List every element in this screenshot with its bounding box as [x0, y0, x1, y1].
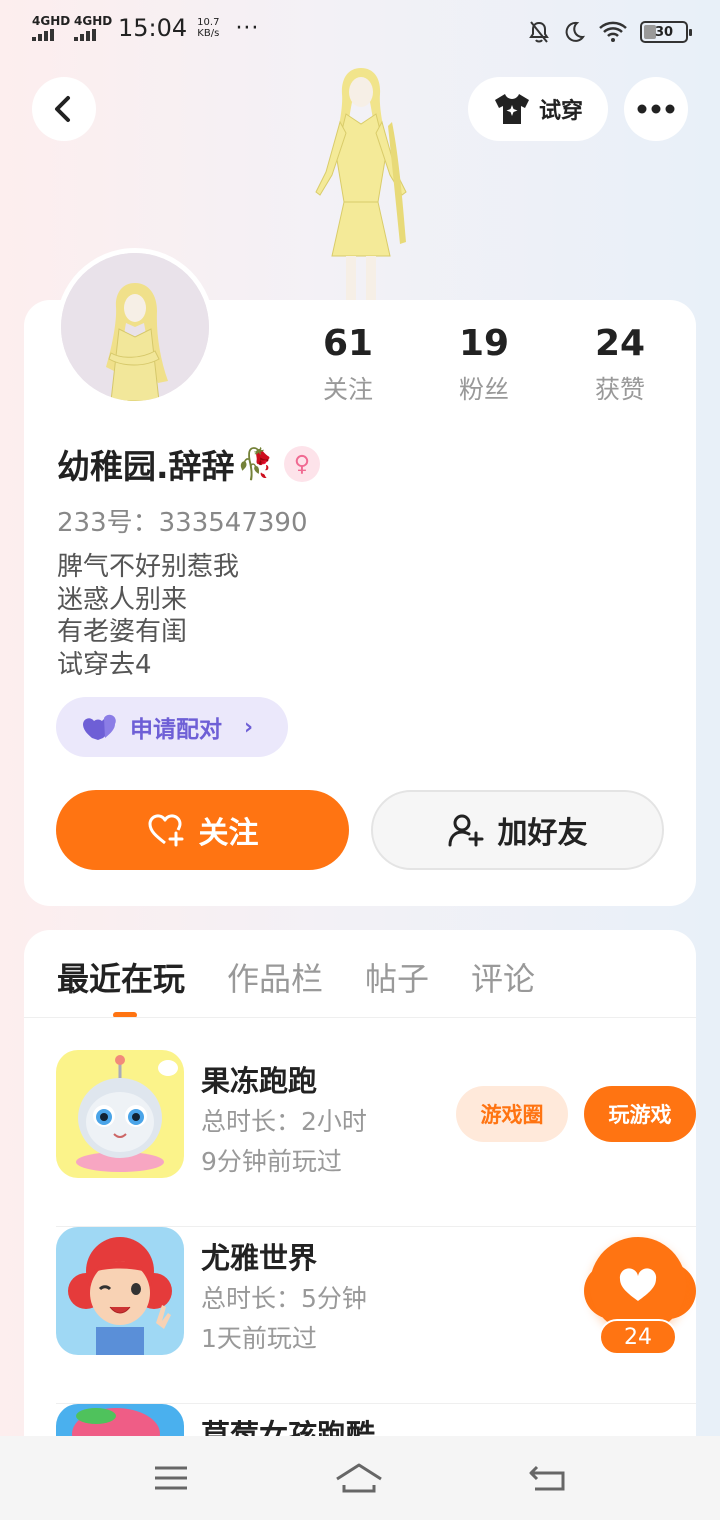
- game-name: 果冻跑跑: [201, 1064, 318, 1098]
- double-heart-icon: [83, 714, 116, 740]
- status-bar: 4GHD 4GHD 15:04 10.7 KB/s ··· 30: [0, 0, 720, 64]
- divider: [24, 1017, 696, 1018]
- game-name: 尤雅世界: [201, 1241, 318, 1275]
- bio-line: 有老婆有闺: [57, 617, 188, 647]
- girl-character-image: [56, 1227, 184, 1355]
- stat-value: 24: [594, 323, 646, 364]
- clock: 15:04: [118, 14, 188, 42]
- mute-icon: [529, 21, 549, 43]
- add-friend-button[interactable]: 加好友: [371, 790, 664, 870]
- avatar-portrait: [61, 253, 209, 401]
- bio: 脾气不好别惹我 迷惑人别来 有老婆有闺 试穿去4: [57, 551, 239, 681]
- stat-likes[interactable]: 24 获赞: [552, 322, 688, 406]
- signal-label: 4GHD: [74, 14, 113, 28]
- tab-works[interactable]: 作品栏: [227, 954, 323, 1000]
- jelly-character-image: [56, 1050, 184, 1178]
- avatar-3d-figure[interactable]: [286, 62, 436, 302]
- game-duration: 总时长：2小时: [201, 1107, 367, 1136]
- more-status-icon: ···: [235, 15, 260, 41]
- tab-posts[interactable]: 帖子: [365, 954, 429, 1000]
- wilted-rose-emoji: 🥀: [236, 446, 274, 482]
- match-label: 申请配对: [130, 717, 222, 743]
- female-gender-icon: ♀: [283, 446, 320, 482]
- game-duration: 总时长：5分钟: [201, 1284, 367, 1313]
- heart-plus-icon: [147, 814, 183, 847]
- like-count: 24: [599, 1319, 677, 1355]
- heart-icon: [619, 1268, 657, 1301]
- add-friend-label: 加好友: [497, 816, 588, 851]
- username-row: 幼稚园.辞辞 🥀 ♀: [57, 440, 320, 488]
- system-nav-bar: [0, 1436, 720, 1520]
- match-request-button[interactable]: 申请配对 ›: [56, 697, 288, 757]
- try-on-label: 试穿: [538, 99, 583, 124]
- more-dots-icon: [637, 104, 675, 114]
- stat-following[interactable]: 61 关注: [280, 322, 416, 406]
- bio-line: 脾气不好别惹我: [57, 552, 240, 582]
- battery-icon: 30: [640, 21, 692, 43]
- game-circle-button[interactable]: 游戏圈: [456, 1086, 568, 1142]
- user-id[interactable]: 233号：333547390: [57, 502, 308, 539]
- tab-bar: 最近在玩 作品栏 帖子 评论: [57, 954, 535, 1018]
- game-icon-jelly-run[interactable]: [56, 1050, 184, 1178]
- chevron-right-icon: ›: [244, 714, 254, 740]
- stat-value: 19: [458, 323, 510, 364]
- follow-label: 关注: [198, 816, 259, 851]
- tab-recently-played[interactable]: 最近在玩: [57, 954, 185, 1018]
- moon-icon: [565, 21, 586, 42]
- username: 幼稚园.辞辞: [57, 447, 235, 486]
- tab-comments[interactable]: 评论: [471, 954, 535, 1000]
- game-row[interactable]: 果冻跑跑 总时长：2小时 9分钟前玩过 游戏圈 玩游戏: [56, 1050, 696, 1227]
- game-meta: 总时长：5分钟 1天前玩过: [201, 1279, 367, 1359]
- shirt-sparkle-icon: [494, 94, 529, 124]
- signal-icon: 4GHD: [74, 14, 113, 41]
- game-last-played: 9分钟前玩过: [201, 1147, 342, 1176]
- stat-fans[interactable]: 19 粉丝: [416, 322, 552, 406]
- signal-label: 4GHD: [32, 14, 71, 28]
- follow-button[interactable]: 关注: [56, 790, 349, 870]
- stat-label: 获赞: [594, 375, 645, 404]
- wifi-icon: [599, 21, 627, 42]
- game-last-played: 1天前玩过: [201, 1324, 317, 1353]
- home-icon[interactable]: [334, 1461, 384, 1495]
- stat-value: 61: [322, 323, 374, 364]
- play-game-button[interactable]: 玩游戏: [584, 1086, 696, 1142]
- bio-line: 试穿去4: [57, 649, 152, 680]
- avatar[interactable]: [56, 248, 214, 406]
- content-card: 最近在玩 作品栏 帖子 评论 果冻跑跑 总时长：2小时 9分钟前玩过 游戏圈 玩…: [24, 930, 696, 1490]
- network-speed: 10.7 KB/s: [197, 17, 220, 39]
- stat-label: 粉丝: [458, 375, 509, 404]
- game-icon-youya-world[interactable]: [56, 1227, 184, 1355]
- add-user-icon: [448, 814, 483, 847]
- back-button[interactable]: [32, 77, 96, 141]
- back-arrow-icon: [55, 96, 70, 122]
- more-button[interactable]: [624, 77, 688, 141]
- bio-line: 迷惑人别来: [57, 584, 188, 615]
- signal-icon: 4GHD: [32, 14, 71, 41]
- stat-label: 关注: [322, 375, 373, 404]
- menu-icon[interactable]: [153, 1464, 189, 1492]
- try-on-button[interactable]: 试穿: [468, 77, 608, 141]
- back-nav-icon[interactable]: [529, 1463, 567, 1493]
- stats-row: 61 关注 19 粉丝 24 获赞: [280, 322, 700, 406]
- game-meta: 总时长：2小时 9分钟前玩过: [201, 1102, 367, 1182]
